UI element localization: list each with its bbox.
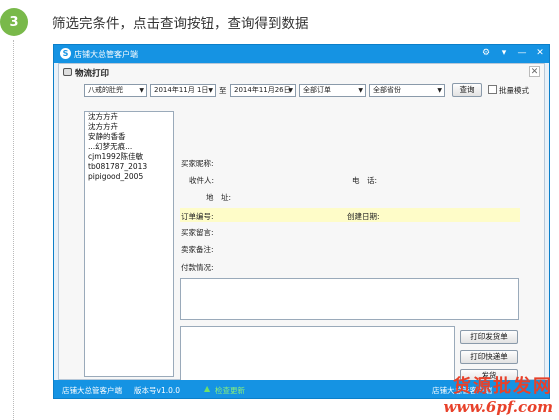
status-version: 版本号v1.0.0 — [134, 386, 181, 395]
address-label: 地 址: — [206, 193, 232, 202]
created-date-label: 创建日期: — [347, 212, 380, 221]
buyer-list[interactable]: 沈方方卉 沈方方卉 安静的香香 ...幻梦无痕... cjm1992陈佳敏 tb… — [84, 111, 174, 377]
date-from-picker[interactable]: 2014年11月 1日 ▼ — [150, 84, 216, 97]
notes-textarea[interactable] — [180, 278, 519, 320]
settings-gear-icon[interactable]: ⚙ — [479, 47, 493, 60]
shop-select[interactable]: 八戒的肚兜 ▼ — [84, 84, 147, 97]
receiver-label: 收件人: — [189, 176, 215, 185]
step-number-badge: 3 — [0, 8, 28, 36]
status-app-name: 店铺大总管客户端 — [62, 386, 122, 395]
chevron-down-icon: ▼ — [139, 87, 144, 94]
preview-textarea[interactable] — [180, 326, 455, 381]
buyer-nick-label: 买家昵称: — [181, 159, 214, 168]
order-status-value: 全部订单 — [303, 86, 331, 94]
site-watermark: 货源批发网 www.6pf.com — [443, 372, 553, 416]
list-item[interactable]: 沈方方卉 — [85, 112, 173, 122]
buyer-message-label: 买家留言: — [181, 228, 214, 237]
print-express-label-button[interactable]: 打印快递单 — [460, 350, 518, 364]
payment-label: 付款情况: — [181, 263, 214, 272]
logistics-print-dialog: 物流打印 ✕ 八戒的肚兜 ▼ 2014年11月 1日 ▼ 至 2014年11月2… — [58, 63, 545, 383]
chevron-down-icon: ▼ — [208, 87, 213, 94]
app-logo-icon: S — [60, 48, 71, 59]
dialog-close-icon[interactable]: ✕ — [529, 66, 540, 77]
app-titlebar: S 店铺大总管客户端 ⚙ ▾ — ✕ — [54, 45, 549, 63]
order-status-select[interactable]: 全部订单 ▼ — [299, 84, 366, 97]
batch-mode-label: 批量模式 — [499, 86, 529, 95]
check-update-link[interactable]: 检查更新 — [215, 385, 245, 396]
batch-mode-checkbox[interactable] — [488, 85, 497, 94]
order-number-label: 订单编号: — [181, 212, 214, 221]
update-arrow-icon: ▲ — [204, 384, 211, 393]
province-select[interactable]: 全部省份 ▼ — [369, 84, 445, 97]
app-window: S 店铺大总管客户端 ⚙ ▾ — ✕ 物流打印 ✕ 八戒的肚兜 ▼ 2014年1… — [53, 44, 550, 399]
list-item[interactable]: tb081787_2013 — [85, 162, 173, 172]
watermark-url: www.6pf.com — [443, 398, 553, 416]
date-to-value: 2014年11月26日 — [234, 86, 291, 94]
date-to-picker[interactable]: 2014年11月26日 ▼ — [230, 84, 296, 97]
date-from-value: 2014年11月 1日 — [154, 86, 209, 94]
skin-icon[interactable]: ▾ — [497, 47, 511, 60]
app-title: 店铺大总管客户端 — [74, 50, 138, 59]
list-item[interactable]: 沈方方卉 — [85, 122, 173, 132]
print-shipping-list-button[interactable]: 打印发货单 — [460, 330, 518, 344]
chevron-down-icon: ▼ — [358, 87, 363, 94]
chevron-down-icon: ▼ — [437, 87, 442, 94]
printer-icon — [63, 68, 72, 76]
list-item[interactable]: ...幻梦无痕... — [85, 142, 173, 152]
list-item[interactable]: 安静的香香 — [85, 132, 173, 142]
province-value: 全部省份 — [373, 86, 401, 94]
seller-note-label: 卖家备注: — [181, 245, 214, 254]
date-range-separator: 至 — [219, 86, 227, 95]
watermark-title: 货源批发网 — [453, 376, 553, 397]
close-icon[interactable]: ✕ — [533, 47, 547, 60]
dialog-title: 物流打印 — [75, 69, 110, 79]
phone-label: 电 话: — [352, 176, 378, 185]
step-connector-line — [13, 40, 14, 420]
chevron-down-icon: ▼ — [288, 87, 293, 94]
query-button[interactable]: 查询 — [452, 83, 482, 97]
list-item[interactable]: cjm1992陈佳敏 — [85, 152, 173, 162]
list-item[interactable]: pipigood_2005 — [85, 172, 173, 182]
shop-select-value: 八戒的肚兜 — [88, 86, 123, 94]
step-instruction: 筛选完条件，点击查询按钮，查询得到数据 — [52, 16, 309, 32]
page: 3 筛选完条件，点击查询按钮，查询得到数据 S 店铺大总管客户端 ⚙ ▾ — ✕… — [0, 0, 559, 420]
minimize-icon[interactable]: — — [515, 47, 529, 60]
